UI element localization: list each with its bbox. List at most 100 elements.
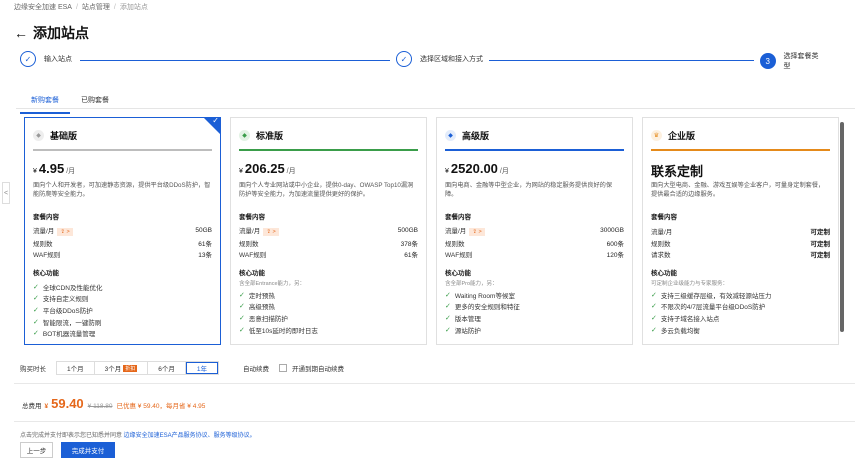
plan-card-basic[interactable]: ✓ ◆ 基础版 ¥4.95/月 面向个人和开发者，可加速静态资源，提供平台级DDo… [24,117,221,345]
step-1: ✓ 输入站点 [20,51,78,67]
total-amount: 59.40 [51,396,84,411]
agreement-link[interactable]: 边缘安全加速ESA产品服务协议、服务等级协议。 [124,433,256,439]
plan-row: 规则数 600条 [445,240,624,248]
plan-row: WAF规则 120条 [445,252,624,260]
feature-item: ✓ 定时预热 [239,291,275,300]
breadcrumb-item-current: 添加站点 [119,4,148,11]
features-title: 核心功能 [239,270,265,278]
plan-price: ¥4.95/月 [33,161,76,176]
step-label: 选择套餐类型 [783,53,819,70]
check-icon: ✓ [212,117,219,125]
duration-selector: 1个月 3个月 折扣 6个月 1年 [56,361,220,375]
plan-row: WAF规则 61条 [239,252,418,260]
check-icon: ✓ [651,315,657,323]
divider [14,383,855,384]
step-label: 选择区域和接入方式 [420,56,483,63]
plan-card-standard[interactable]: ◆ 标准版 ¥206.25/月 面向个人专业网站或中小企业，提供0-day、OWA… [230,117,427,345]
feature-item: ✓ 平台级DDoS防护 [33,307,93,316]
tab-new-plan[interactable]: 新购套餐 [20,93,70,114]
step-3: 3 选择套餐类型 [754,51,830,71]
check-icon: ✓ [445,326,451,334]
feature-item: ✓ 多云负载均衡 [651,326,700,335]
plan-accent-bar [651,149,830,151]
breadcrumb: 边缘安全加速 ESA / 站点管理 / 添加站点 [14,4,148,11]
auto-renew-label: 自动续费 [243,366,270,373]
tab-bar: 新购套餐 已购套餐 [20,93,120,114]
plan-description: 面向电商、金融等中型企业，为网站的稳定服务提供良好的保障。 [445,182,613,198]
plan-row: 流量/月 ⇪ >50GB [33,227,212,237]
step-check-icon: ✓ [396,51,412,67]
section-title: 套餐内容 [33,214,59,221]
feature-item: ✓ 版本管理 [445,315,481,324]
feature-item: ✓ Waiting Room等候室 [445,291,515,300]
shield-icon: ◆ [445,129,456,141]
original-price: ¥ 118.80 [87,403,113,410]
features-title: 核心功能 [445,270,471,278]
check-icon: ✓ [651,326,657,334]
complete-and-pay-button[interactable]: 完成并支付 [61,442,115,458]
previous-step-button[interactable]: 上一步 [20,442,53,458]
upgrade-button[interactable]: ⇪ > [263,228,279,237]
plan-description: 面向大型电商、金融、游戏互娱等企业客户，可量身定制套餐，提供最合适的边缘服务。 [651,182,825,198]
breadcrumb-item-esa[interactable]: 边缘安全加速 ESA [14,4,72,11]
total-label: 总费用 [22,403,42,410]
features-title: 核心功能 [651,270,677,278]
plan-price: ¥206.25/月 [239,161,296,176]
feature-item: ✓ 支持三级缓存层级，有效减轻源站压力 [651,291,772,300]
breadcrumb-item-site-management[interactable]: 站点管理 [82,4,110,11]
features-note: 含全部Pro能力，另： [445,281,498,288]
plan-name: 基础版 [50,130,78,141]
page-header: ← 添加站点 [14,23,89,43]
plan-row: 规则数 61条 [33,240,212,248]
feature-item: ✓ 高级预热 [239,303,275,312]
step-number: 3 [760,53,776,69]
step-2: ✓ 选择区域和接入方式 [390,51,489,67]
feature-item: ✓ 更多的安全规则和特征 [445,303,520,312]
check-icon: ✓ [33,295,39,303]
tab-purchased-plan[interactable]: 已购套餐 [70,93,120,114]
plan-name: 标准版 [256,130,284,141]
purchase-options: 购买时长 1个月 3个月 折扣 6个月 1年 自动续费 开通到期自动续费 [20,361,344,375]
check-icon: ✓ [33,318,39,326]
plan-accent-bar [445,149,624,151]
feature-item: ✓ 恶意扫描防护 [239,315,288,324]
total-cost: 总费用 ¥ 59.40 ¥ 118.80 已优惠 ¥ 59.40，每月省 ¥ 4… [22,396,206,411]
arrow-left-icon[interactable]: ← [14,25,28,41]
auto-renew-text: 开通到期自动续费 [292,366,345,373]
duration-option-3-months[interactable]: 3个月 折扣 [95,362,149,374]
check-icon: ✓ [239,326,245,334]
feature-item: ✓ 支持自定义规则 [33,295,89,304]
feature-item: ✓ 支持子域名接入站点 [651,315,720,324]
plan-card-enterprise[interactable]: ♛ 企业版 联系定制 面向大型电商、金融、游戏互娱等企业客户，可量身定制套餐，提供… [642,117,839,345]
upgrade-button[interactable]: ⇪ > [469,228,485,237]
scroll-left-button[interactable]: < [2,182,10,204]
upgrade-button[interactable]: ⇪ > [57,228,73,237]
vertical-scrollbar[interactable] [840,122,844,332]
duration-option-1-year[interactable]: 1年 [185,362,219,374]
shield-icon: ◆ [239,129,250,141]
discount-badge: 折扣 [123,364,138,372]
plan-description: 面向个人专业网站或中小企业，提供0-day、OWASP Top10漏洞防护等安全… [239,182,414,198]
duration-option-6-months[interactable]: 6个月 [148,362,186,374]
feature-item: ✓ BOT机器流量管理 [33,330,96,339]
check-icon: ✓ [33,307,39,315]
duration-option-1-month[interactable]: 1个月 [57,362,95,374]
plan-accent-bar [239,149,418,151]
check-icon: ✓ [445,303,451,311]
feature-item: ✓ 智能限流，一键防刷 [33,318,102,327]
check-icon: ✓ [445,291,451,299]
savings-text: 已优惠 ¥ 59.40，每月省 ¥ 4.95 [116,403,206,410]
auto-renew-checkbox[interactable] [279,364,288,372]
step-connector [80,60,400,61]
section-title: 套餐内容 [239,214,265,221]
plan-price: 联系定制 [651,164,704,179]
feature-item: ✓ 低至10s延时的即时日志 [239,326,318,335]
features-note: 含全部Entrance能力，另： [239,281,306,288]
step-label: 输入站点 [44,56,72,63]
feature-item: ✓ 源站防护 [445,326,481,335]
plan-name: 高级版 [462,130,490,141]
plan-row: 规则数 378条 [239,240,418,248]
action-buttons: 上一步 完成并支付 [20,442,115,458]
features-note: 可定制企业级能力与专家服务： [651,281,729,288]
plan-card-advanced[interactable]: ◆ 高级版 ¥2520.00/月 面向电商、金融等中型企业，为网站的稳定服务提供良… [436,117,633,345]
